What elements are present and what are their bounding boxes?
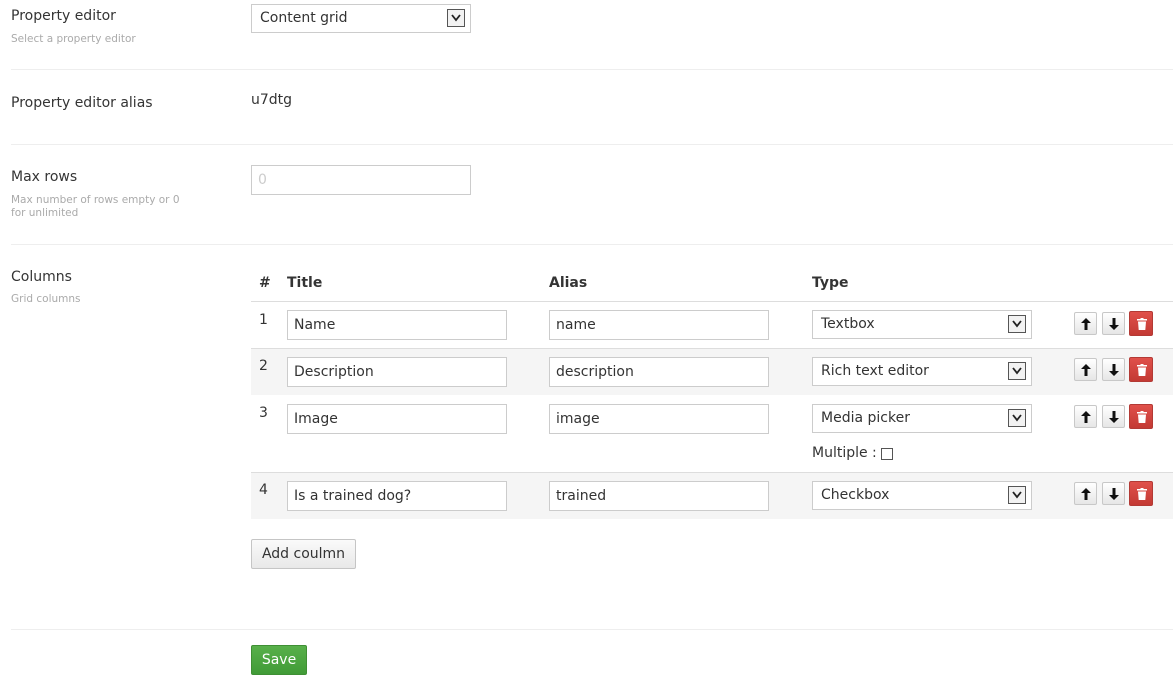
multiple-label: Multiple : — [812, 445, 877, 461]
divider — [11, 629, 1173, 630]
arrow-up-icon — [1081, 488, 1091, 500]
title-input[interactable]: Name — [287, 310, 507, 340]
trash-icon — [1137, 411, 1147, 423]
type-select[interactable]: Rich text editor — [812, 357, 1032, 386]
type-selected: Rich text editor — [821, 363, 929, 379]
arrow-up-icon — [1081, 318, 1091, 330]
delete-button[interactable] — [1129, 311, 1153, 336]
type-selected: Media picker — [821, 410, 910, 426]
title-value: Is a trained dog? — [294, 488, 412, 504]
arrow-up-icon — [1081, 411, 1091, 423]
max-rows-label: Max rows — [11, 169, 78, 185]
title-value: Name — [294, 317, 336, 333]
header-num: # — [259, 275, 271, 291]
row-number: 4 — [259, 482, 268, 498]
row-number: 2 — [259, 358, 268, 374]
alias-input[interactable]: trained — [549, 481, 769, 511]
arrow-down-icon — [1109, 488, 1119, 500]
alias-input[interactable]: description — [549, 357, 769, 387]
arrow-down-icon — [1109, 318, 1119, 330]
max-rows-description: Max number of rows empty or 0 for unlimi… — [11, 194, 180, 219]
row-number: 3 — [259, 405, 268, 421]
property-editor-select[interactable]: Content grid — [251, 4, 471, 33]
alias-value: trained — [556, 488, 607, 504]
trash-icon — [1137, 364, 1147, 376]
type-select[interactable]: Media picker — [812, 404, 1032, 433]
alias-input[interactable]: name — [549, 310, 769, 340]
max-rows-input[interactable]: 0 — [251, 165, 471, 195]
type-selected: Textbox — [821, 316, 875, 332]
columns-description: Grid columns — [11, 293, 81, 305]
chevron-down-icon — [1008, 362, 1026, 380]
title-input[interactable]: Image — [287, 404, 507, 434]
divider — [11, 244, 1173, 245]
header-title: Title — [287, 275, 323, 291]
delete-button[interactable] — [1129, 404, 1153, 429]
chevron-down-icon — [1008, 409, 1026, 427]
row-number: 1 — [259, 312, 268, 328]
divider — [11, 144, 1173, 145]
property-editor-description: Select a property editor — [11, 33, 136, 45]
title-value: Description — [294, 364, 374, 380]
property-editor-alias-value: u7dtg — [251, 92, 293, 108]
chevron-down-icon — [447, 9, 465, 27]
property-editor-alias-label: Property editor alias — [11, 95, 153, 111]
property-editor-label: Property editor — [11, 8, 116, 24]
move-up-button[interactable] — [1074, 405, 1097, 428]
chevron-down-icon — [1008, 486, 1026, 504]
arrow-down-icon — [1109, 411, 1119, 423]
max-rows-placeholder: 0 — [258, 172, 267, 188]
alias-value: image — [556, 411, 600, 427]
move-down-button[interactable] — [1102, 312, 1125, 335]
move-down-button[interactable] — [1102, 358, 1125, 381]
header-alias: Alias — [549, 275, 588, 291]
move-up-button[interactable] — [1074, 358, 1097, 381]
type-selected: Checkbox — [821, 487, 890, 503]
delete-button[interactable] — [1129, 481, 1153, 506]
property-editor-selected: Content grid — [260, 10, 348, 26]
arrow-down-icon — [1109, 364, 1119, 376]
alias-value: description — [556, 364, 634, 380]
title-input[interactable]: Is a trained dog? — [287, 481, 507, 511]
trash-icon — [1137, 318, 1147, 330]
multiple-checkbox[interactable] — [881, 448, 893, 460]
header-type: Type — [812, 275, 849, 291]
trash-icon — [1137, 488, 1147, 500]
title-value: Image — [294, 411, 338, 427]
divider — [11, 69, 1173, 70]
delete-button[interactable] — [1129, 357, 1153, 382]
alias-value: name — [556, 317, 596, 333]
chevron-down-icon — [1008, 315, 1026, 333]
move-up-button[interactable] — [1074, 482, 1097, 505]
type-select[interactable]: Checkbox — [812, 481, 1032, 510]
arrow-up-icon — [1081, 364, 1091, 376]
move-up-button[interactable] — [1074, 312, 1097, 335]
move-down-button[interactable] — [1102, 482, 1125, 505]
save-button[interactable]: Save — [251, 645, 307, 675]
add-column-button[interactable]: Add coulmn — [251, 539, 356, 569]
columns-label: Columns — [11, 269, 72, 285]
alias-input[interactable]: image — [549, 404, 769, 434]
type-select[interactable]: Textbox — [812, 310, 1032, 339]
title-input[interactable]: Description — [287, 357, 507, 387]
move-down-button[interactable] — [1102, 405, 1125, 428]
